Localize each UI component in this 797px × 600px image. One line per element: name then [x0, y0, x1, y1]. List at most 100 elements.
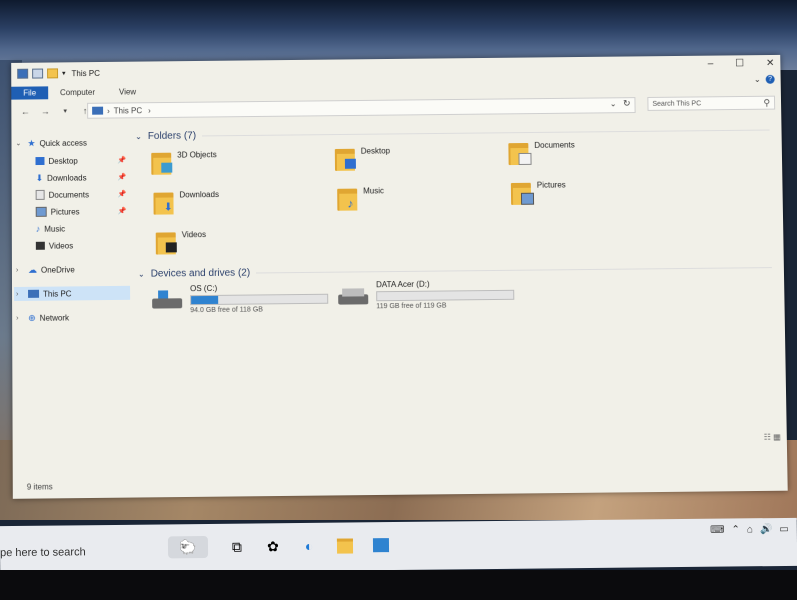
search-highlight-icon[interactable]: 🐑	[167, 535, 209, 559]
breadcrumb-chevron-icon[interactable]: ›	[148, 106, 151, 115]
folder-icon	[334, 147, 357, 173]
properties-icon[interactable]	[32, 68, 44, 79]
folder-icon	[155, 230, 178, 256]
customize-qa-icon[interactable]: ▾	[62, 69, 66, 77]
status-bar-count: 9 items	[26, 482, 53, 492]
search-box[interactable]: Search This PC ⚲	[647, 95, 776, 111]
drive-usage-bar	[376, 289, 515, 302]
search-icon: ⚲	[763, 97, 771, 108]
folder-icon	[510, 181, 535, 207]
drive-d[interactable]: DATA Acer (D:) 119 GB free of 119 GB	[338, 279, 515, 311]
document-icon	[35, 189, 45, 200]
address-dropdown-icon[interactable]: ⌄	[610, 99, 617, 108]
sidebar-label: Desktop	[48, 156, 78, 166]
tab-file[interactable]: File	[11, 85, 49, 100]
network-tray-icon[interactable]: ⌂	[747, 524, 753, 535]
drives-group-header[interactable]: ⌄ Devices and drives (2)	[138, 262, 772, 280]
pin-icon: 📌	[117, 191, 127, 199]
new-folder-icon[interactable]	[47, 68, 59, 79]
drive-label: DATA Acer (D:)	[376, 279, 430, 290]
folder-videos[interactable]: Videos	[155, 230, 206, 256]
sidebar-label-onedrive: OneDrive	[40, 264, 75, 275]
expand-arrow-icon[interactable]: ›	[16, 266, 24, 273]
desktop-icon	[35, 156, 45, 166]
close-button[interactable]: ✕	[766, 58, 775, 69]
sidebar-item-pictures[interactable]: Pictures 📌	[35, 204, 126, 218]
folder-3d-objects[interactable]: 3D Objects	[151, 150, 217, 177]
drive-c[interactable]: OS (C:) 94.0 GB free of 118 GB	[152, 283, 329, 315]
taskbar-search[interactable]: pe here to search	[0, 538, 160, 566]
sidebar-item-music[interactable]: ♪ Music	[36, 222, 65, 236]
expand-arrow-icon[interactable]: ›	[16, 290, 24, 297]
drive-free-space: 119 GB free of 119 GB	[376, 302, 447, 311]
sidebar-label: Videos	[48, 240, 74, 251]
cloud-icon: ☁	[27, 264, 37, 275]
back-button[interactable]: ←	[19, 106, 31, 116]
folder-pictures[interactable]: Pictures	[510, 180, 566, 207]
minimize-button[interactable]: –	[708, 59, 714, 70]
expand-ribbon-icon[interactable]: ⌄	[754, 75, 761, 84]
collapse-chevron-icon[interactable]: ⌄	[138, 270, 145, 279]
breadcrumb-this-pc[interactable]: This PC	[114, 106, 142, 115]
taskbar-search-text: pe here to search	[0, 546, 86, 560]
keyboard-icon[interactable]: ⌨	[710, 525, 725, 536]
refresh-icon[interactable]: ↻	[623, 98, 631, 109]
sidebar-item-network[interactable]: › ⊕ Network	[16, 310, 69, 325]
system-tray: ⌨ ⌃ ⌂ 🔊 ▭	[710, 524, 789, 536]
collapse-arrow-icon[interactable]: ⌄	[15, 139, 23, 147]
pin-icon: 📌	[117, 157, 127, 165]
network-icon: ⊕	[28, 312, 36, 323]
battery-icon[interactable]: ▭	[779, 524, 789, 535]
taskbar: pe here to search 🐑 ⧉ ✿ ◐ ⌨ ⌃ ⌂ 🔊 ▭	[0, 517, 797, 575]
folders-group-header[interactable]: ⌄ Folders (7)	[135, 125, 770, 143]
search-placeholder: Search This PC	[652, 99, 702, 108]
window-title: This PC	[71, 68, 100, 78]
file-explorer-icon[interactable]	[334, 534, 356, 556]
tab-computer[interactable]: Computer	[48, 85, 107, 99]
address-sep-icon: ›	[107, 106, 110, 116]
drives-header-label: Devices and drives (2)	[150, 267, 251, 280]
edge-icon[interactable]: ◐	[298, 535, 320, 557]
show-hidden-icons[interactable]: ⌃	[731, 524, 740, 535]
music-icon: ♪	[35, 223, 41, 234]
sidebar-item-onedrive[interactable]: › ☁ OneDrive	[16, 262, 75, 277]
sidebar-label-quick-access: Quick access	[39, 138, 87, 148]
task-view-icon[interactable]: ⧉	[226, 536, 248, 558]
view-toggle-icons[interactable]: ☷ ▦	[764, 432, 781, 441]
store-icon[interactable]	[370, 534, 392, 556]
volume-icon[interactable]: 🔊	[760, 524, 773, 535]
sidebar-label-network: Network	[39, 312, 70, 323]
maximize-button[interactable]: ☐	[735, 58, 744, 69]
folder-desktop[interactable]: Desktop	[334, 146, 390, 173]
sidebar-label: Documents	[48, 189, 90, 200]
copilot-icon[interactable]: ✿	[262, 535, 284, 557]
recent-locations-button[interactable]: ▾	[59, 107, 71, 115]
picture-icon	[35, 206, 47, 217]
sidebar-item-quick-access[interactable]: ⌄ ★ Quick access	[15, 136, 87, 151]
content-pane: ⌄ Folders (7) 3D Objects Desktop Documen…	[131, 116, 785, 483]
folder-label: Downloads	[179, 190, 220, 200]
folder-label: 3D Objects	[177, 150, 217, 160]
help-icon[interactable]: ?	[765, 74, 775, 84]
sidebar-label-this-pc: This PC	[43, 288, 72, 299]
folder-documents[interactable]: Documents	[508, 141, 575, 168]
sidebar-item-desktop[interactable]: Desktop 📌	[35, 154, 126, 168]
sidebar-item-downloads[interactable]: ⬇ Downloads 📌	[36, 170, 127, 184]
sidebar-item-this-pc[interactable]: › This PC	[14, 285, 131, 302]
folder-downloads[interactable]: ⬇ Downloads	[153, 190, 219, 217]
sidebar-label: Pictures	[50, 206, 80, 217]
folder-icon: ⬇	[153, 190, 175, 216]
tab-view[interactable]: View	[107, 85, 148, 98]
divider	[256, 267, 772, 274]
pc-icon	[17, 68, 29, 79]
forward-button[interactable]: →	[39, 106, 51, 116]
sidebar-item-documents[interactable]: Documents 📌	[35, 187, 126, 202]
address-bar[interactable]: › This PC › ⌄ ↻	[87, 97, 636, 119]
folder-music[interactable]: ♪ Music	[337, 186, 384, 212]
file-explorer-window: ▾ This PC – ☐ ✕ File Computer View ⌄ ? ←…	[11, 54, 788, 499]
navigation-pane: ⌄ ★ Quick access Desktop 📌 ⬇ Downloads 📌…	[11, 129, 133, 480]
folders-header-label: Folders (7)	[147, 130, 197, 142]
expand-arrow-icon[interactable]: ›	[16, 314, 24, 321]
collapse-chevron-icon[interactable]: ⌄	[135, 132, 142, 141]
sidebar-item-videos[interactable]: Videos	[35, 238, 74, 252]
